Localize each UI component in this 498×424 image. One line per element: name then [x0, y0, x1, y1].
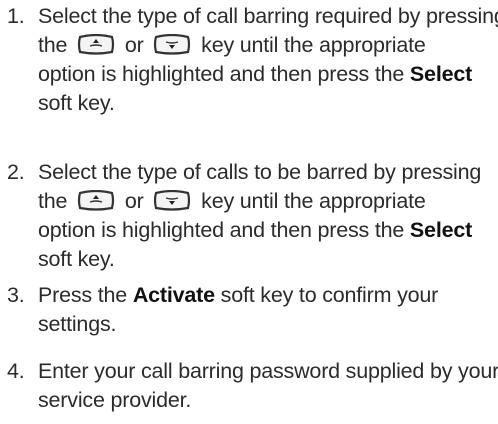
up-key-icon [77, 34, 115, 55]
select-softkey-label: Select [409, 62, 473, 86]
step-text: option is highlighted and then press the [38, 218, 405, 242]
step-4-line-2: service provider. [0, 386, 480, 415]
step-text: the [38, 189, 68, 213]
step-text: Select the type of call barring required… [38, 4, 498, 28]
step-2-line-1: 2. Select the type of calls to be barred… [0, 158, 482, 187]
step-text: settings. [38, 312, 117, 336]
step-text: option is highlighted and then press the [38, 62, 405, 86]
step-2: 2. Select the type of calls to be barred… [0, 158, 482, 274]
activate-softkey-label: Activate [132, 283, 215, 307]
step-2-line-4: soft key. [0, 245, 480, 274]
step-number: 4. [7, 359, 25, 383]
down-key-icon [153, 34, 191, 55]
step-3-line-2: settings. [0, 310, 480, 339]
step-text: key until the appropriate [201, 33, 426, 57]
step-4-line-1: 4. Enter your call barring password supp… [0, 357, 498, 386]
step-text: or [124, 189, 144, 213]
step-text: soft key. [38, 91, 115, 115]
step-number: 1. [7, 4, 25, 28]
step-text: the [38, 33, 68, 57]
step-text: service provider. [38, 388, 192, 412]
step-number: 3. [7, 283, 25, 307]
step-text: Press the [38, 283, 128, 307]
step-text: or [124, 33, 144, 57]
down-key-icon [153, 190, 191, 211]
step-text: Select the type of calls to be barred by… [38, 160, 482, 184]
step-1-line-4: soft key. [0, 89, 480, 118]
step-2-line-2: the or key until the appropriate [0, 187, 480, 216]
step-2-line-3: option is highlighted and then press the… [0, 216, 480, 245]
step-text: soft key to confirm your [220, 283, 439, 307]
step-text: Enter your call barring password supplie… [38, 359, 498, 383]
step-3-line-1: 3. Press the Activate soft key to confir… [0, 281, 480, 310]
step-text: soft key. [38, 247, 115, 271]
select-softkey-label: Select [409, 218, 473, 242]
step-1: 1. Select the type of call barring requi… [0, 2, 498, 118]
step-3: 3. Press the Activate soft key to confir… [0, 281, 480, 339]
step-1-line-2: the or key until the appropriate [0, 31, 480, 60]
step-number: 2. [7, 160, 25, 184]
step-1-line-3: option is highlighted and then press the… [0, 60, 480, 89]
step-1-line-1: 1. Select the type of call barring requi… [0, 2, 498, 31]
step-text: key until the appropriate [201, 189, 426, 213]
up-key-icon [77, 190, 115, 211]
step-4: 4. Enter your call barring password supp… [0, 357, 498, 415]
